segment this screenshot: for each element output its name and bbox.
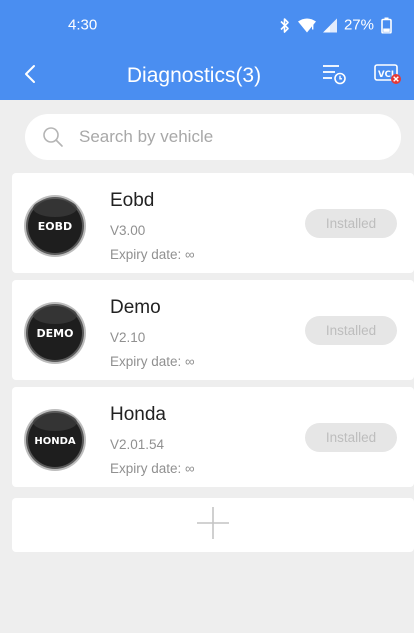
app-name: Demo — [110, 297, 161, 318]
app-version: V3.00 — [110, 223, 146, 238]
app-name: Honda — [110, 404, 166, 425]
app-version: V2.01.54 — [110, 437, 165, 452]
app-logo-text: DEMO — [37, 327, 74, 340]
plus-icon — [195, 505, 231, 546]
installed-button[interactable]: Installed — [305, 209, 397, 238]
app-expiry: Expiry date: ∞ — [110, 247, 195, 262]
app-version: V2.10 — [110, 330, 146, 345]
search-bar[interactable] — [25, 114, 401, 160]
app-logo: EOBD — [23, 194, 87, 258]
battery-label: 27% — [343, 16, 374, 34]
history-button[interactable] — [322, 64, 346, 88]
search-icon — [42, 126, 64, 148]
installed-button[interactable]: Installed — [305, 423, 397, 452]
list-item[interactable]: DEMO Demo V2.10 Expiry date: ∞ Installed — [12, 280, 414, 380]
bluetooth-icon — [279, 17, 291, 33]
signal-icon — [322, 18, 337, 32]
app-logo: HONDA — [23, 408, 87, 472]
vci-status-button[interactable]: VCI — [374, 63, 402, 90]
list-item[interactable]: HONDA Honda V2.01.54 Expiry date: ∞ Inst… — [12, 387, 414, 487]
installed-button[interactable]: Installed — [305, 316, 397, 345]
history-list-icon — [322, 63, 346, 90]
list-item[interactable]: EOBD Eobd V3.00 Expiry date: ∞ Installed — [12, 173, 414, 273]
app-logo-text: HONDA — [34, 436, 76, 447]
app-logo-text: EOBD — [38, 220, 72, 233]
app-name: Eobd — [110, 190, 155, 211]
page-title: Diagnostics(3) — [126, 64, 262, 87]
status-bar: 4:30 27% — [0, 0, 414, 42]
wifi-icon — [297, 18, 316, 32]
add-software-button[interactable] — [12, 498, 414, 552]
app-expiry: Expiry date: ∞ — [110, 354, 195, 369]
app-expiry: Expiry date: ∞ — [110, 461, 195, 476]
search-input[interactable] — [79, 127, 379, 147]
header: 4:30 27% Diagnostics(3) VCI — [0, 0, 414, 100]
battery-icon — [381, 17, 392, 33]
app-logo: DEMO — [23, 301, 87, 365]
diagnostics-screen: 4:30 27% Diagnostics(3) VCI Search by ve… — [0, 0, 414, 633]
status-time: 4:30 — [68, 16, 98, 34]
status-icons: 27% — [279, 17, 392, 34]
vci-disconnected-icon: VCI — [374, 63, 402, 90]
app-bar: Diagnostics(3) VCI — [0, 52, 414, 100]
